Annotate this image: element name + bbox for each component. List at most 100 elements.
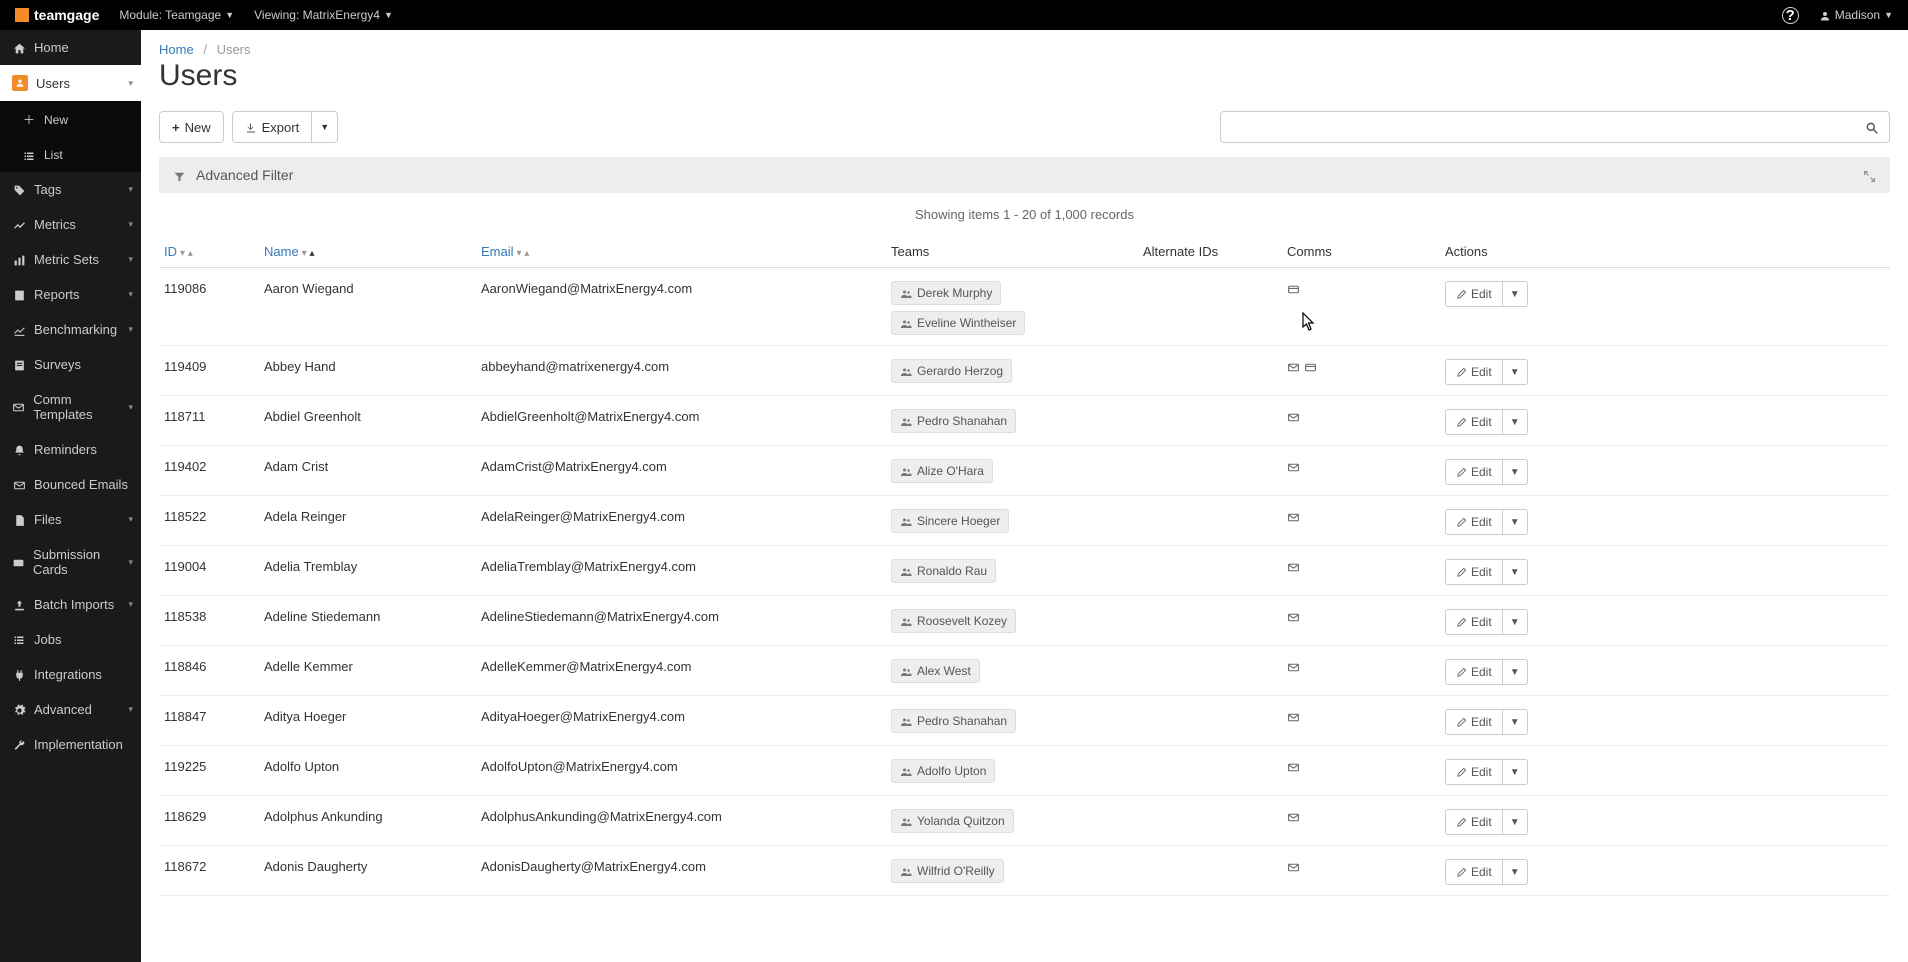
sidebar-item-reports[interactable]: Reports ▾ — [0, 277, 141, 312]
search-icon[interactable] — [1865, 119, 1879, 135]
cell-name: Adelle Kemmer — [264, 656, 481, 674]
sidebar-item-new[interactable]: ＋ New — [0, 101, 141, 138]
user-menu[interactable]: Madison ▼ — [1819, 8, 1893, 22]
edit-dropdown[interactable]: ▼ — [1503, 609, 1528, 635]
sidebar-item-comm-templates[interactable]: Comm Templates ▾ — [0, 382, 141, 432]
team-badge[interactable]: Roosevelt Kozey — [891, 609, 1016, 633]
team-badge[interactable]: Alex West — [891, 659, 980, 683]
cell-teams: Adolfo Upton — [891, 756, 1143, 783]
edit-dropdown[interactable]: ▼ — [1503, 359, 1528, 385]
cell-actions: Edit ▼ — [1445, 506, 1890, 535]
caret-down-icon: ▼ — [1510, 367, 1520, 378]
sidebar-item-home[interactable]: Home — [0, 30, 141, 65]
cell-email: AdelineStiedemann@MatrixEnergy4.com — [481, 606, 891, 624]
sidebar-item-metric-sets[interactable]: Metric Sets ▾ — [0, 242, 141, 277]
edit-button[interactable]: Edit — [1445, 359, 1503, 385]
cell-teams: Gerardo Herzog — [891, 356, 1143, 383]
sidebar-item-implementation[interactable]: Implementation — [0, 727, 141, 762]
cell-name: Abbey Hand — [264, 356, 481, 374]
sidebar-item-submission-cards[interactable]: Submission Cards ▾ — [0, 537, 141, 587]
team-badge[interactable]: Yolanda Quitzon — [891, 809, 1014, 833]
sidebar-item-advanced[interactable]: Advanced ▾ — [0, 692, 141, 727]
team-icon — [900, 664, 912, 678]
edit-button[interactable]: Edit — [1445, 409, 1503, 435]
cell-email: AdamCrist@MatrixEnergy4.com — [481, 456, 891, 474]
logo-icon — [15, 8, 29, 22]
sidebar-item-benchmarking[interactable]: Benchmarking ▾ — [0, 312, 141, 347]
sidebar-item-jobs[interactable]: Jobs — [0, 622, 141, 657]
edit-button[interactable]: Edit — [1445, 459, 1503, 485]
team-badge[interactable]: Pedro Shanahan — [891, 709, 1016, 733]
export-button[interactable]: Export — [232, 111, 313, 143]
sidebar-item-reminders[interactable]: Reminders — [0, 432, 141, 467]
edit-button[interactable]: Edit — [1445, 659, 1503, 685]
team-badge[interactable]: Sincere Hoeger — [891, 509, 1009, 533]
cell-comms — [1287, 756, 1445, 774]
edit-dropdown[interactable]: ▼ — [1503, 559, 1528, 585]
module-dropdown[interactable]: Module: Teamgage ▼ — [119, 8, 234, 22]
sidebar-item-users[interactable]: Users ▾ — [0, 65, 141, 101]
edit-dropdown[interactable]: ▼ — [1503, 709, 1528, 735]
edit-dropdown[interactable]: ▼ — [1503, 659, 1528, 685]
edit-dropdown[interactable]: ▼ — [1503, 509, 1528, 535]
benchmark-icon — [12, 322, 26, 336]
logo[interactable]: teamgage — [15, 7, 99, 23]
edit-button[interactable]: Edit — [1445, 709, 1503, 735]
help-icon[interactable]: ? — [1782, 7, 1799, 24]
viewing-dropdown[interactable]: Viewing: MatrixEnergy4 ▼ — [254, 8, 393, 22]
team-badge[interactable]: Gerardo Herzog — [891, 359, 1012, 383]
cell-email: AdityaHoeger@MatrixEnergy4.com — [481, 706, 891, 724]
edit-button[interactable]: Edit — [1445, 559, 1503, 585]
table-row: 119004 Adelia Tremblay AdeliaTremblay@Ma… — [159, 546, 1890, 596]
caret-down-icon: ▼ — [320, 122, 329, 132]
edit-dropdown[interactable]: ▼ — [1503, 281, 1528, 307]
cell-name: Adolfo Upton — [264, 756, 481, 774]
sidebar-item-bounced-emails[interactable]: Bounced Emails — [0, 467, 141, 502]
edit-dropdown[interactable]: ▼ — [1503, 809, 1528, 835]
sidebar-item-tags[interactable]: Tags ▾ — [0, 172, 141, 207]
team-badge[interactable]: Eveline Wintheiser — [891, 311, 1025, 335]
chevron-down-icon: ▾ — [128, 219, 133, 230]
export-dropdown[interactable]: ▼ — [312, 111, 338, 143]
edit-dropdown[interactable]: ▼ — [1503, 459, 1528, 485]
cell-teams: Pedro Shanahan — [891, 706, 1143, 733]
col-teams: Teams — [891, 244, 1143, 259]
team-badge[interactable]: Pedro Shanahan — [891, 409, 1016, 433]
team-badge[interactable]: Wilfrid O'Reilly — [891, 859, 1004, 883]
sort-email[interactable]: Email — [481, 244, 514, 259]
edit-button[interactable]: Edit — [1445, 759, 1503, 785]
expand-icon[interactable] — [1863, 167, 1876, 182]
advanced-filter-bar[interactable]: Advanced Filter — [159, 157, 1890, 193]
sidebar-item-integrations[interactable]: Integrations — [0, 657, 141, 692]
team-badge[interactable]: Ronaldo Rau — [891, 559, 996, 583]
edit-dropdown[interactable]: ▼ — [1503, 759, 1528, 785]
edit-button[interactable]: Edit — [1445, 509, 1503, 535]
edit-button[interactable]: Edit — [1445, 809, 1503, 835]
cell-name: Aaron Wiegand — [264, 278, 481, 296]
sidebar-item-list[interactable]: List — [0, 138, 141, 172]
sort-name[interactable]: Name — [264, 244, 299, 259]
cell-email: AdeliaTremblay@MatrixEnergy4.com — [481, 556, 891, 574]
sidebar-item-batch-imports[interactable]: Batch Imports ▾ — [0, 587, 141, 622]
team-badge[interactable]: Alize O'Hara — [891, 459, 993, 483]
team-badge[interactable]: Derek Murphy — [891, 281, 1001, 305]
table-row: 119409 Abbey Hand abbeyhand@matrixenergy… — [159, 346, 1890, 396]
team-badge[interactable]: Adolfo Upton — [891, 759, 995, 783]
cell-name: Adelia Tremblay — [264, 556, 481, 574]
cell-teams: Derek Murphy Eveline Wintheiser — [891, 278, 1143, 335]
search-input[interactable] — [1231, 120, 1865, 135]
caret-down-icon: ▼ — [225, 10, 234, 20]
sidebar-item-files[interactable]: Files ▾ — [0, 502, 141, 537]
edit-dropdown[interactable]: ▼ — [1503, 859, 1528, 885]
sort-id[interactable]: ID — [164, 244, 177, 259]
edit-button[interactable]: Edit — [1445, 609, 1503, 635]
breadcrumb-home[interactable]: Home — [159, 42, 194, 57]
sidebar-item-metrics[interactable]: Metrics ▾ — [0, 207, 141, 242]
new-button[interactable]: + New — [159, 111, 224, 143]
mail-icon — [1287, 859, 1300, 874]
sidebar-item-surveys[interactable]: Surveys — [0, 347, 141, 382]
team-icon — [900, 364, 912, 378]
edit-button[interactable]: Edit — [1445, 281, 1503, 307]
edit-button[interactable]: Edit — [1445, 859, 1503, 885]
edit-dropdown[interactable]: ▼ — [1503, 409, 1528, 435]
